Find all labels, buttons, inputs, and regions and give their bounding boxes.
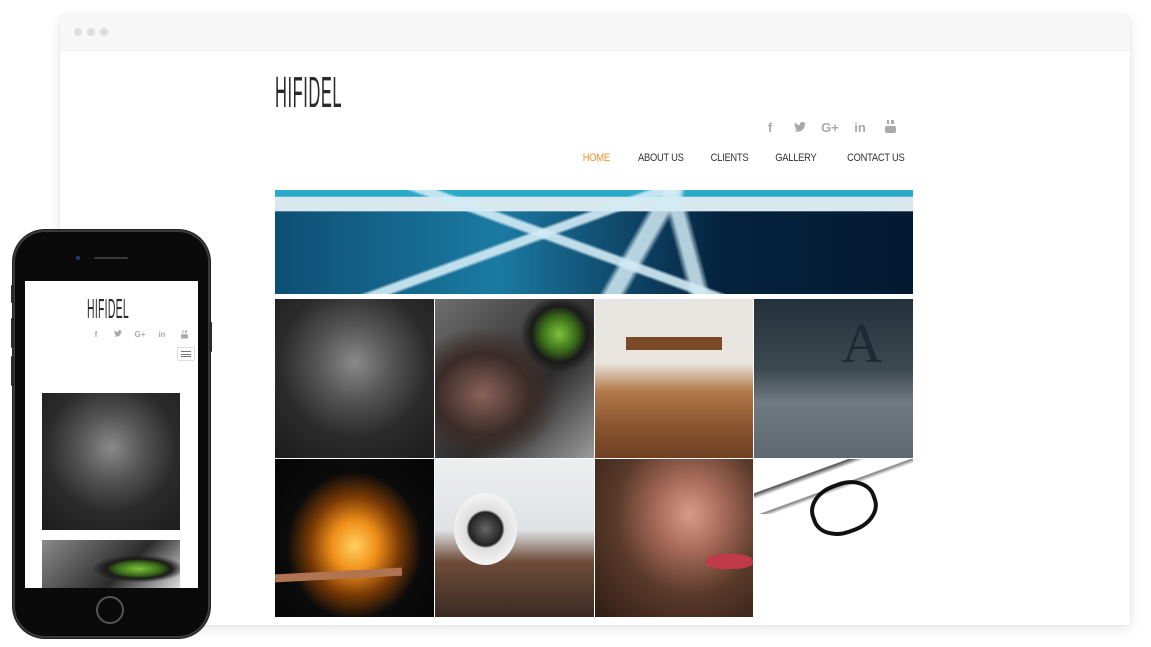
main-nav: HOME ABOUT US CLIENTS GALLERY CONTACT US [558, 152, 904, 164]
window-close-dot[interactable] [74, 28, 82, 36]
phone-power-button [209, 322, 212, 352]
site-logo[interactable]: HIFIDEL [275, 71, 342, 116]
nav-about-us[interactable]: ABOUT US [638, 152, 684, 164]
mobile-social-links: f G+ in [85, 330, 195, 341]
gallery-image-burning-match[interactable] [275, 458, 434, 617]
website-page: HIFIDEL f G+ in HOME ABOUT US CLIENTS GA… [275, 50, 913, 625]
phone-screen: HIFIDEL f G+ in [25, 281, 198, 588]
gallery-image-speaker[interactable] [434, 458, 594, 617]
linkedin-icon[interactable]: in [845, 120, 875, 136]
window-maximize-dot[interactable] [100, 28, 108, 36]
gallery-image-cat-eye[interactable] [434, 299, 594, 458]
mobile-gallery-image-cat-eye[interactable] [42, 540, 180, 588]
hero-banner-image [275, 190, 913, 294]
mobile-gallery-image-headphones[interactable] [42, 393, 180, 530]
gallery-image-headphones[interactable] [275, 299, 434, 458]
nav-home[interactable]: HOME [583, 152, 610, 164]
nav-contact-us[interactable]: CONTACT US [847, 152, 905, 164]
gallery-image-letter-a[interactable] [754, 299, 913, 458]
mobile-twitter-icon[interactable] [107, 330, 129, 341]
browser-title-bar [60, 15, 1130, 51]
gallery-image-sketch-glasses[interactable] [754, 458, 913, 617]
twitter-icon[interactable] [785, 120, 815, 136]
mobile-youtube-icon[interactable] [173, 330, 195, 341]
social-links: f G+ in [755, 120, 905, 136]
facebook-icon[interactable]: f [755, 120, 785, 136]
phone-home-button[interactable] [96, 596, 124, 624]
phone-mute-switch [11, 285, 14, 303]
phone-volume-down [11, 356, 14, 386]
phone-speaker-slot [94, 257, 128, 259]
hamburger-menu-icon[interactable] [177, 347, 195, 361]
nav-gallery[interactable]: GALLERY [775, 152, 816, 164]
mobile-facebook-icon[interactable]: f [85, 330, 107, 341]
nav-clients[interactable]: CLIENTS [710, 152, 748, 164]
youtube-icon[interactable] [875, 120, 905, 136]
google-plus-icon[interactable]: G+ [815, 120, 845, 136]
window-minimize-dot[interactable] [87, 28, 95, 36]
gallery-image-painted-face[interactable] [594, 458, 754, 617]
mobile-site-logo[interactable]: HIFIDEL [87, 296, 129, 324]
gallery-grid [275, 299, 913, 617]
mobile-google-plus-icon[interactable]: G+ [129, 330, 151, 341]
phone-mockup: HIFIDEL f G+ in [11, 230, 212, 638]
gallery-image-dining-chairs[interactable] [594, 299, 754, 458]
phone-volume-up [11, 318, 14, 348]
browser-window: HIFIDEL f G+ in HOME ABOUT US CLIENTS GA… [60, 15, 1130, 625]
mobile-linkedin-icon[interactable]: in [151, 330, 173, 341]
phone-camera-icon [76, 256, 80, 260]
